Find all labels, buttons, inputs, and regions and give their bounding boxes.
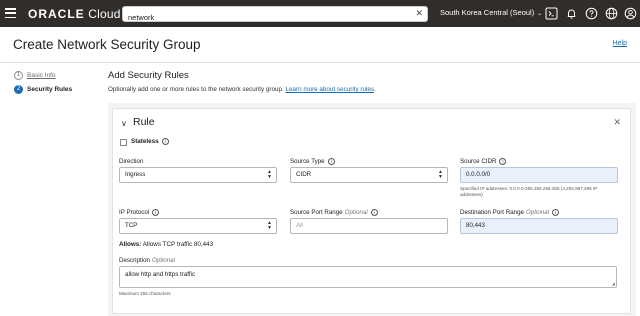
optional-tag: Optional [525, 209, 550, 217]
info-icon[interactable]: i [552, 209, 560, 216]
description-end: . [374, 86, 376, 93]
page-title: Create Network Security Group [13, 37, 201, 52]
source-type-select[interactable]: CIDR ▲ ▼ [290, 167, 448, 183]
description-label: Description Optional [119, 257, 175, 264]
source-cidr-text: Source CIDR [460, 158, 497, 166]
select-arrows-icon: ▲ ▼ [267, 169, 272, 180]
rule-title: Rule [133, 116, 155, 128]
description-text: Description [119, 257, 150, 264]
source-cidr-label: Source CIDR i [460, 158, 507, 166]
description-hint: Maximum 255 characters [119, 291, 171, 296]
section-description: Optionally add one or more rules to the … [108, 86, 376, 93]
help-link[interactable]: Help [613, 40, 627, 47]
stateless-text: Stateless [131, 138, 159, 146]
step-number: 1 [14, 70, 23, 80]
logo-product: Cloud [88, 7, 121, 21]
step-number: 2 [14, 84, 23, 94]
search-input[interactable] [123, 10, 408, 25]
rule-card: ∨ Rule ✕ Stateless i Direction Ingress ▲ ▼… [112, 108, 631, 314]
ip-protocol-select[interactable]: TCP ▲ ▼ [119, 218, 277, 234]
top-navigation-bar: ORACLE Cloud ✕ South Korea Central (Seou… [0, 0, 640, 27]
source-type-value: CIDR [296, 171, 312, 178]
step-security-rules[interactable]: 2 Security Rules [14, 84, 72, 94]
region-selector[interactable]: South Korea Central (Seoul) ⌄ [440, 8, 542, 17]
destination-port-text: Destination Port Range [460, 209, 524, 217]
source-cidr-hint-line-1: Specified IP addresses: 0.0.0.0-255.255.… [460, 186, 598, 191]
menu-icon[interactable] [5, 8, 16, 18]
search-box: ✕ [122, 6, 428, 25]
source-port-input[interactable]: All [290, 218, 448, 234]
clear-search-icon[interactable]: ✕ [415, 8, 423, 19]
select-arrows-icon: ▲ ▼ [267, 220, 272, 231]
source-cidr-input[interactable]: 0.0.0.0/0 [460, 167, 618, 183]
oracle-cloud-logo[interactable]: ORACLE Cloud [28, 7, 121, 21]
info-icon[interactable]: i [499, 158, 507, 165]
page-header: Create Network Security Group Help [0, 27, 640, 63]
source-type-label: Source Type i [290, 158, 335, 165]
optional-tag: Optional [151, 257, 175, 264]
allows-summary: Allows: Allows TCP traffic 80,443 [119, 241, 213, 248]
bell-icon[interactable] [565, 7, 578, 20]
source-cidr-hint-line-2: addresses) [460, 192, 483, 197]
direction-select[interactable]: Ingress ▲ ▼ [119, 167, 277, 183]
stateless-label: Stateless i [131, 138, 169, 145]
destination-port-label: Destination Port Range Optional i [460, 209, 560, 217]
region-label: South Korea Central (Seoul) [440, 8, 535, 17]
direction-label: Direction [119, 158, 144, 165]
ip-protocol-text: IP Protocol [119, 209, 150, 217]
select-arrows-icon: ▲ ▼ [438, 169, 443, 180]
chevron-down-icon: ⌄ [537, 11, 543, 17]
allows-label: Allows: [119, 241, 142, 248]
description-textarea[interactable]: allow http and https traffic ◢ [119, 266, 617, 288]
info-icon[interactable]: i [327, 158, 335, 165]
profile-icon[interactable] [624, 7, 637, 20]
source-type-text: Source Type [290, 158, 325, 166]
description-value: allow http and https traffic [125, 271, 196, 278]
stateless-checkbox[interactable] [120, 139, 127, 146]
collapse-chevron-icon[interactable]: ∨ [121, 119, 127, 128]
direction-value: Ingress [125, 171, 146, 178]
info-icon[interactable]: i [152, 209, 160, 216]
help-icon[interactable] [585, 7, 598, 20]
step-label: Basic Info [27, 71, 56, 79]
globe-icon[interactable] [605, 7, 618, 20]
section-title: Add Security Rules [108, 70, 189, 81]
source-cidr-hint: Specified IP addresses: 0.0.0.0-255.255.… [460, 186, 628, 198]
resize-handle-icon[interactable]: ◢ [612, 281, 615, 286]
remove-rule-icon[interactable]: ✕ [613, 117, 621, 128]
source-port-text: Source Port Range [290, 209, 343, 217]
ip-protocol-value: TCP [125, 222, 138, 229]
learn-more-link[interactable]: Learn more about security rules [285, 86, 374, 93]
info-icon[interactable]: i [161, 138, 169, 145]
allows-text: Allows TCP traffic 80,443 [141, 241, 214, 248]
description-text: Optionally add one or more rules to the … [108, 86, 286, 93]
step-label: Security Rules [27, 85, 73, 93]
step-basic-info[interactable]: 1 Basic Info [14, 70, 72, 80]
wizard-steps: 1 Basic Info 2 Security Rules [14, 70, 72, 98]
logo-brand: ORACLE [28, 7, 85, 21]
ip-protocol-label: IP Protocol i [119, 209, 160, 217]
destination-port-input[interactable]: 80,443 [460, 218, 618, 234]
cloud-shell-icon[interactable] [545, 7, 558, 20]
source-port-label: Source Port Range Optional i [290, 209, 378, 216]
optional-tag: Optional [344, 209, 368, 217]
info-icon[interactable]: i [370, 209, 378, 216]
